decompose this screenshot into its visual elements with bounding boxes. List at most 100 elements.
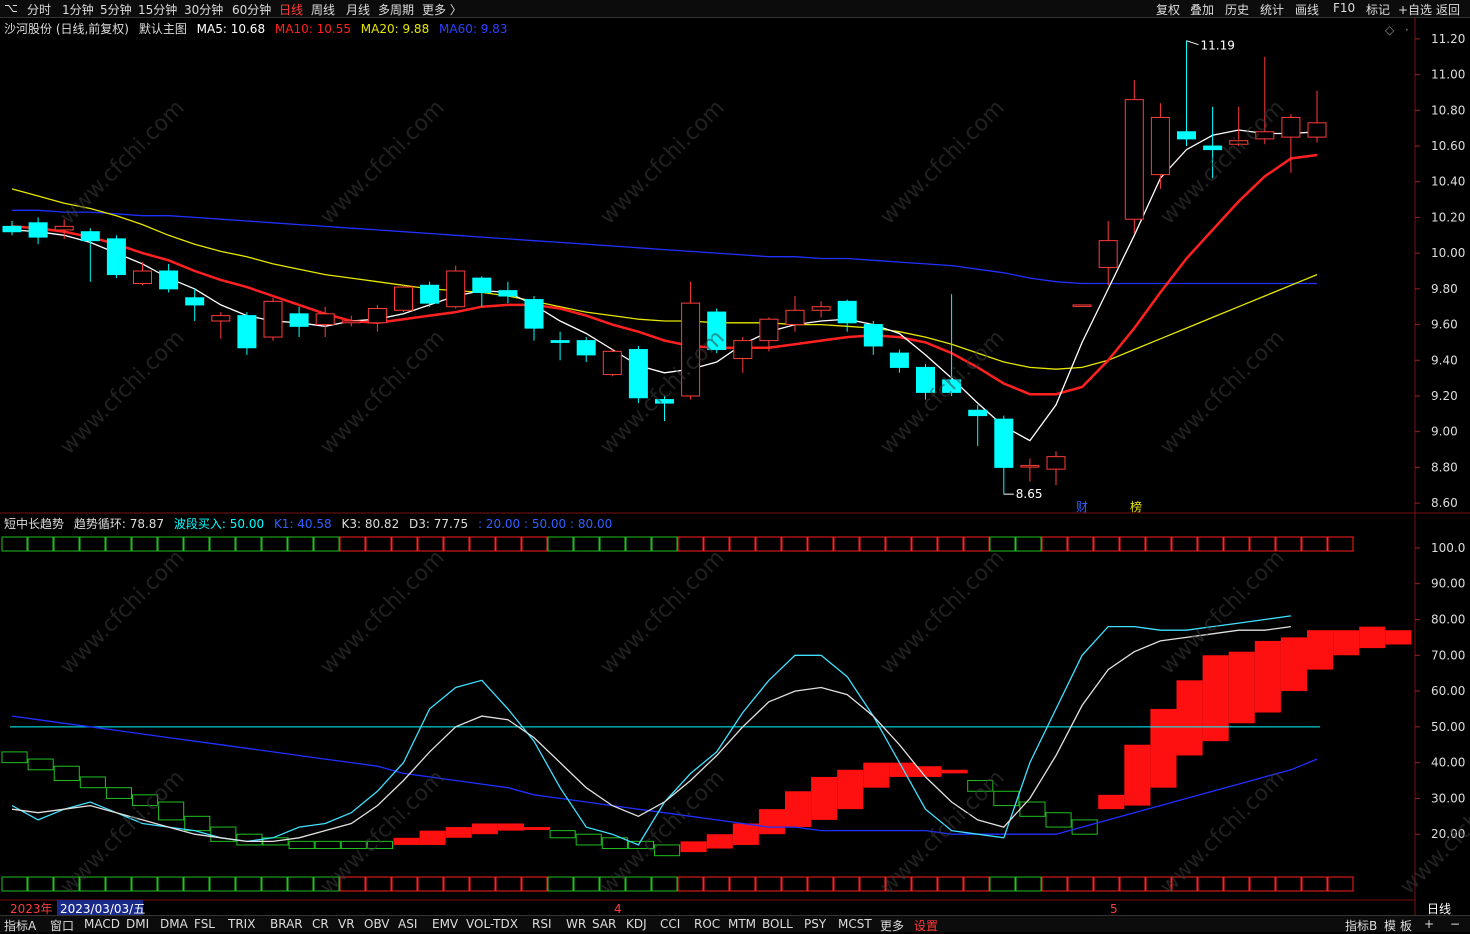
indicator-tab-24[interactable]: 更多 (880, 917, 904, 934)
trend-strip-cell (1, 536, 28, 552)
candle-body (237, 315, 257, 349)
osc-block-down (1, 751, 28, 764)
trend-strip-cell (755, 876, 782, 892)
osc-tick-label: 30.00 (1431, 791, 1465, 805)
trend-strip-cell (53, 536, 80, 552)
trend-strip-cell (625, 536, 652, 552)
trend-strip-cell (1, 876, 28, 892)
indicator-tab-17[interactable]: KDJ (626, 917, 647, 931)
osc-tick-label: 100.0 (1431, 541, 1465, 555)
cursor-date-label: 2023/03/03/五 (60, 902, 145, 915)
trend-strip-cell (183, 876, 210, 892)
candle-body (341, 320, 361, 324)
bottom-right-3[interactable]: + (1424, 917, 1434, 931)
osc-block-down (184, 815, 211, 832)
candle-body (759, 318, 779, 342)
dot-icon: · (1405, 23, 1409, 37)
trend-strip-cell (573, 876, 600, 892)
indicator-tab-15[interactable]: WR (566, 917, 586, 931)
candle-body (576, 340, 596, 356)
osc-block-down (53, 765, 80, 782)
trend-strip-cell (1223, 536, 1250, 552)
indicator-tab-8[interactable]: CR (312, 917, 329, 931)
high-marker (1186, 40, 1199, 46)
indicator-tab-4[interactable]: DMA (160, 917, 188, 931)
price-tick-label: 9.80 (1431, 282, 1458, 296)
osc-block-up (497, 823, 524, 831)
osc-block-up (785, 791, 812, 828)
candle-body (1177, 131, 1196, 140)
trend-strip-cell (131, 876, 158, 892)
indicator-tab-21[interactable]: BOLL (762, 917, 793, 931)
candle-body (446, 270, 466, 308)
indicator-tab-22[interactable]: PSY (804, 917, 826, 931)
osc-tick-label: 90.00 (1431, 577, 1465, 591)
trend-strip-cell (573, 536, 600, 552)
bottom-right-0[interactable]: 指标B (1345, 917, 1377, 934)
trend-strip-cell (131, 536, 158, 552)
indicator-tab-3[interactable]: DMI (126, 917, 149, 931)
trend-strip-cell (157, 876, 184, 892)
indicator-tab-1[interactable]: 窗口 (50, 917, 74, 934)
trend-strip-cell (261, 536, 288, 552)
candle-body (472, 277, 492, 293)
candle-body (367, 307, 387, 324)
candle-body (968, 409, 988, 417)
osc-block-up (680, 841, 707, 853)
indicator-tab-13[interactable]: VOL-TDX (466, 917, 518, 931)
trend-strip-cell (937, 876, 964, 892)
trend-strip-cell (677, 876, 704, 892)
price-tick-label: 10.80 (1431, 103, 1465, 117)
indicator-tab-18[interactable]: CCI (660, 917, 680, 931)
candle-body (602, 350, 622, 376)
osc-tick-label: 60.00 (1431, 684, 1465, 698)
osc-block-up (941, 769, 968, 774)
osc-block-up (445, 827, 472, 838)
candle-body (785, 309, 805, 326)
indicator-tab-25[interactable]: 设置 (914, 917, 938, 934)
indicator-tab-6[interactable]: TRIX (228, 917, 255, 931)
candle-body (811, 306, 831, 311)
osc-block-down (27, 758, 54, 771)
indicator-tab-12[interactable]: EMV (432, 917, 458, 931)
osc-block-down (314, 840, 341, 850)
osc-block-up (863, 762, 890, 788)
trend-strip-cell (1041, 876, 1068, 892)
trend-strip-cell (495, 876, 522, 892)
trend-strip-cell (937, 536, 964, 552)
price-tick-label: 10.60 (1431, 139, 1465, 153)
osc-block-up (1176, 680, 1203, 756)
osc-block-up (1359, 626, 1386, 649)
indicator-tab-23[interactable]: MCST (838, 917, 872, 931)
candle-body (837, 300, 857, 324)
trend-strip-cell (807, 876, 834, 892)
indicator-tab-11[interactable]: ASI (398, 917, 417, 931)
bottom-right-1[interactable]: 模 (1384, 917, 1396, 934)
indicator-tab-10[interactable]: OBV (364, 917, 390, 931)
indicator-tab-0[interactable]: 指标A (4, 917, 36, 934)
indicator-tab-19[interactable]: ROC (694, 917, 720, 931)
indicator-tab-7[interactable]: BRAR (270, 917, 303, 931)
high-label: 11.19 (1201, 39, 1235, 53)
osc-block-up (471, 823, 498, 835)
trend-strip-cell (1327, 876, 1354, 892)
indicator-tab-2[interactable]: MACD (84, 917, 120, 931)
osc-block-up (706, 834, 733, 849)
osc-block-up (811, 776, 838, 820)
indicator-tab-16[interactable]: SAR (592, 917, 616, 931)
indicator-tab-20[interactable]: MTM (728, 917, 756, 931)
price-tick-label: 8.80 (1431, 460, 1458, 474)
osc-block-up (1333, 630, 1360, 656)
trend-strip-cell (599, 536, 626, 552)
bottom-right-2[interactable]: 板 (1400, 917, 1412, 934)
trend-strip-cell (885, 536, 912, 552)
indicator-tab-9[interactable]: VR (338, 917, 355, 931)
candle-body (524, 299, 544, 329)
marker-cai: 财 (1076, 500, 1088, 514)
indicator-tab-5[interactable]: FSL (194, 917, 215, 931)
indicator-tab-14[interactable]: RSI (532, 917, 552, 931)
month-label-5: 5 (1110, 902, 1118, 915)
candle-body (1281, 116, 1301, 138)
bottom-right-4[interactable]: − (1450, 917, 1460, 931)
trend-strip-cell (235, 876, 262, 892)
